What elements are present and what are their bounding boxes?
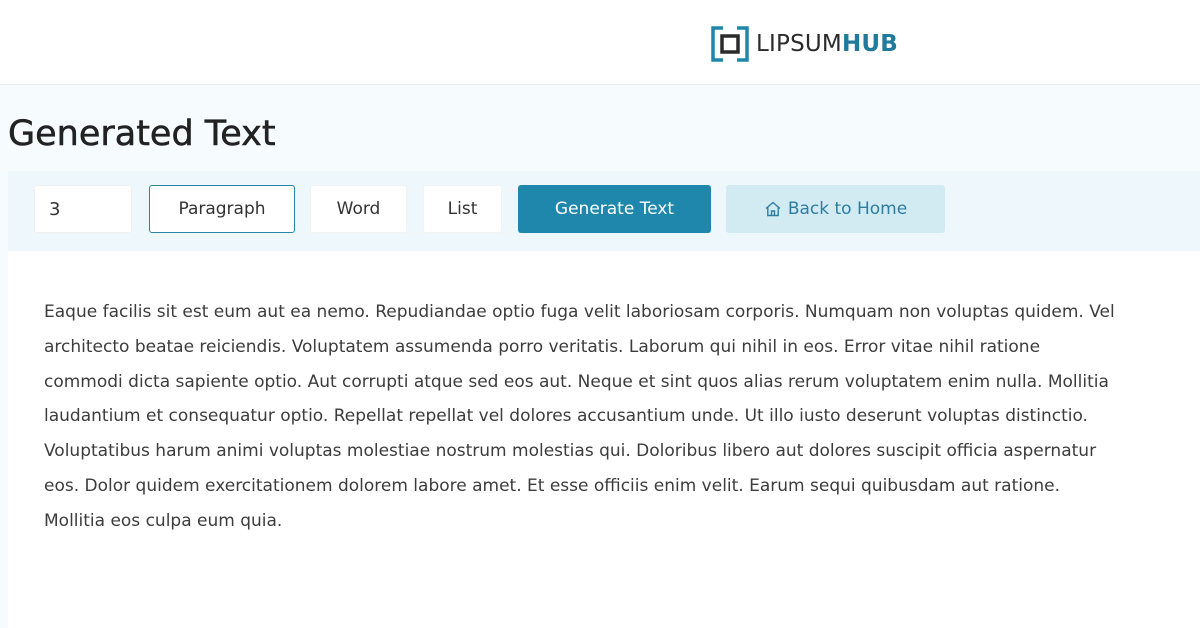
paragraph-type-button[interactable]: Paragraph bbox=[149, 185, 295, 233]
logo-bracket-square-icon bbox=[711, 26, 749, 62]
main-section: Generated Text Paragraph Word List Gener… bbox=[0, 85, 1200, 628]
logo-text-accent: HUB bbox=[841, 30, 899, 57]
back-to-home-button[interactable]: Back to Home bbox=[726, 185, 945, 233]
count-input[interactable] bbox=[34, 185, 132, 233]
list-type-button[interactable]: List bbox=[423, 185, 502, 233]
generator-toolbar: Paragraph Word List Generate Text Back t… bbox=[8, 171, 1200, 251]
logo-wordmark: LIPSUMHUB bbox=[756, 30, 899, 57]
generate-text-button[interactable]: Generate Text bbox=[518, 185, 711, 233]
house-icon bbox=[765, 201, 781, 217]
site-logo[interactable]: LIPSUMHUB bbox=[710, 25, 898, 63]
generated-text-card: Eaque facilis sit est eum aut ea nemo. R… bbox=[8, 251, 1200, 628]
generated-text-output: Eaque facilis sit est eum aut ea nemo. R… bbox=[44, 302, 1115, 531]
logo-text-main: LIPSUM bbox=[756, 30, 842, 57]
page-title: Generated Text bbox=[8, 114, 276, 154]
site-header: LIPSUMHUB bbox=[0, 0, 1200, 85]
back-to-home-label: Back to Home bbox=[787, 199, 908, 219]
word-type-button[interactable]: Word bbox=[310, 185, 407, 233]
